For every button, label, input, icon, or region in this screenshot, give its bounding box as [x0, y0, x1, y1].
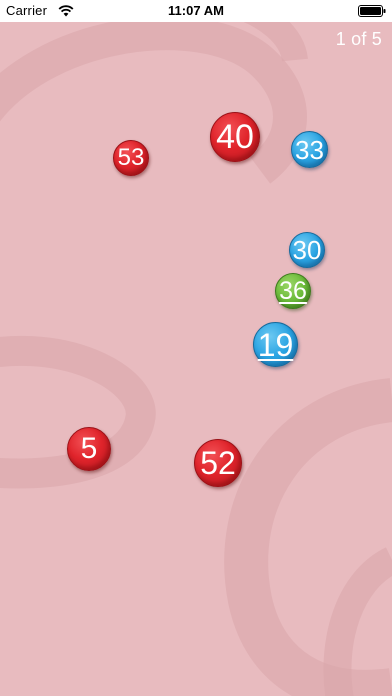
battery-icon: [358, 5, 386, 17]
lottery-ball-30[interactable]: 30: [289, 232, 325, 268]
lottery-ball-40[interactable]: 40: [210, 112, 260, 162]
ball-number: 19: [257, 326, 294, 363]
ball-number: 36: [279, 276, 307, 305]
lottery-ball-36[interactable]: 36: [275, 273, 311, 309]
ball-number: 33: [295, 134, 324, 165]
background-swirl-pattern: [0, 0, 392, 696]
lottery-ball-52[interactable]: 52: [194, 439, 242, 487]
status-bar: Carrier 11:07 AM: [0, 0, 392, 22]
ball-number: 53: [117, 144, 145, 171]
game-screen: Carrier 11:07 AM 1 of 5 40 53 33 30 36 1…: [0, 0, 392, 696]
lottery-ball-33[interactable]: 33: [291, 131, 328, 168]
lottery-ball-53[interactable]: 53: [113, 140, 149, 176]
ball-number: 40: [216, 118, 254, 156]
ball-number: 52: [200, 445, 236, 481]
lottery-ball-5[interactable]: 5: [67, 427, 111, 471]
ball-number: 30: [292, 235, 322, 265]
page-counter: 1 of 5: [335, 29, 382, 49]
lottery-ball-19[interactable]: 19: [253, 322, 298, 367]
ball-number: 5: [80, 432, 98, 465]
clock-label: 11:07 AM: [168, 3, 224, 18]
